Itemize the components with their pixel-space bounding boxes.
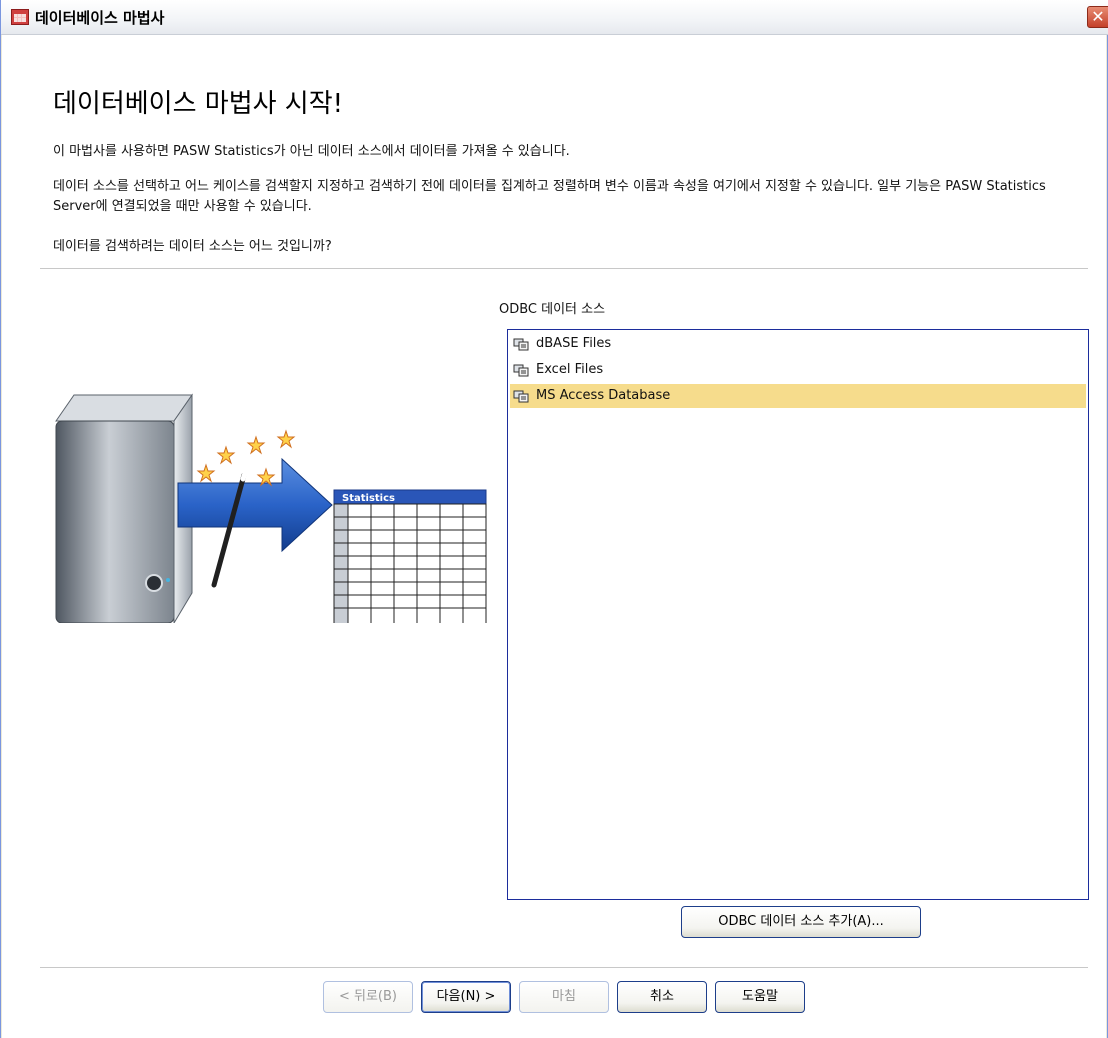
list-item-ms-access-database[interactable]: MS Access Database <box>510 384 1086 408</box>
sheet-title: Statistics <box>342 493 395 504</box>
back-button[interactable]: < 뒤로(B) <box>323 981 413 1013</box>
list-item-dbase-files[interactable]: dBASE Files <box>510 332 1086 356</box>
database-icon <box>513 364 529 377</box>
window-title: 데이터베이스 마법사 <box>35 9 165 27</box>
server-tower-icon <box>55 393 193 623</box>
list-item-excel-files[interactable]: Excel Files <box>510 358 1086 382</box>
page-heading: 데이터베이스 마법사 시작! <box>53 89 344 119</box>
database-icon <box>513 338 529 351</box>
wizard-content: 데이터베이스 마법사 시작! 이 마법사를 사용하면 PASW Statisti… <box>2 35 1106 1038</box>
statistics-sheet-icon: Statistics <box>333 489 487 623</box>
add-odbc-source-button[interactable]: ODBC 데이터 소스 추가(A)... <box>681 906 921 938</box>
list-item-label: MS Access Database <box>536 388 671 403</box>
description-text: 데이터 소스를 선택하고 어느 케이스를 검색할지 지정하고 검색하기 전에 데… <box>53 179 1046 214</box>
wizard-illustration: Statistics <box>55 393 487 623</box>
odbc-list-label: ODBC 데이터 소스 <box>499 302 606 317</box>
cancel-button[interactable]: 취소 <box>617 981 707 1013</box>
divider <box>40 268 1088 269</box>
database-icon <box>513 390 529 403</box>
list-item-label: Excel Files <box>536 362 604 377</box>
question-text: 데이터를 검색하려는 데이터 소스는 어느 것입니까? <box>53 239 332 254</box>
footer-divider <box>40 967 1088 968</box>
data-grid-icon <box>11 9 29 25</box>
next-button[interactable]: 다음(N) > <box>421 981 511 1013</box>
database-wizard-window: 데이터베이스 마법사 ✕ 데이터베이스 마법사 시작! 이 마법사를 사용하면 … <box>0 0 1108 1038</box>
list-item-label: dBASE Files <box>536 336 612 351</box>
odbc-data-source-list[interactable]: dBASE Files Excel Files MS Access Databa… <box>507 329 1089 900</box>
intro-text: 이 마법사를 사용하면 PASW Statistics가 아닌 데이터 소스에서… <box>53 144 570 159</box>
help-button[interactable]: 도움말 <box>715 981 805 1013</box>
finish-button[interactable]: 마침 <box>519 981 609 1013</box>
title-bar[interactable]: 데이터베이스 마법사 ✕ <box>1 0 1108 35</box>
close-button[interactable]: ✕ <box>1087 6 1108 28</box>
